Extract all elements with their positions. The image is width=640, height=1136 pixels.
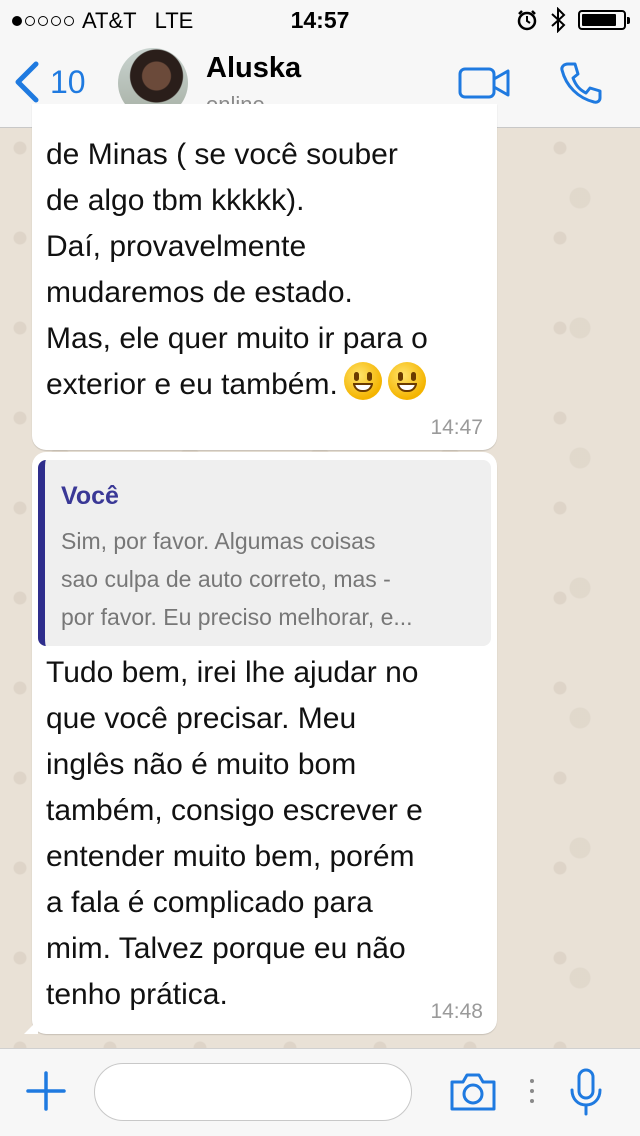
quoted-author: Você — [61, 482, 119, 510]
message-input[interactable] — [94, 1063, 412, 1121]
chevron-left-icon — [15, 61, 39, 103]
back-button[interactable]: 10 — [14, 60, 86, 104]
status-bar: AT&T LTE 14:57 — [0, 0, 640, 40]
bluetooth-icon — [551, 7, 566, 33]
unread-count: 10 — [50, 63, 86, 100]
microphone-icon[interactable] — [568, 1067, 604, 1117]
input-bar — [0, 1048, 640, 1136]
grinning-emoji-icon — [387, 362, 426, 400]
video-call-icon[interactable] — [458, 66, 510, 100]
message-text: de Minas ( se você souber de algo tbm kk… — [46, 132, 496, 408]
quoted-text: Sim, por favor. Algumas coisas sao culpa… — [61, 528, 413, 630]
battery-icon — [578, 10, 630, 30]
status-icons — [516, 7, 630, 33]
more-icon[interactable] — [530, 1079, 534, 1103]
message-bubble-incoming[interactable]: Você Sim, por favor. Algumas coisas sao … — [24, 452, 497, 1034]
phone-call-icon[interactable] — [558, 60, 604, 106]
message-time: 14:47 — [430, 416, 483, 439]
message-text: Tudo bem, irei lhe ajudar no que você pr… — [46, 656, 423, 1011]
quoted-reply[interactable]: Você Sim, por favor. Algumas coisas sao … — [38, 460, 491, 646]
contact-name[interactable]: Aluska — [206, 52, 301, 85]
plus-icon[interactable] — [24, 1069, 68, 1113]
alarm-icon — [517, 10, 537, 31]
message-bubble-incoming[interactable]: de Minas ( se você souber de algo tbm kk… — [32, 104, 497, 450]
message-body: de Minas ( se você souber de algo tbm kk… — [46, 138, 428, 401]
grinning-emoji-icon — [343, 362, 382, 400]
chat-area[interactable]: de Minas ( se você souber de algo tbm kk… — [0, 104, 640, 1048]
camera-icon[interactable] — [448, 1071, 498, 1113]
message-time: 14:48 — [430, 1000, 483, 1023]
